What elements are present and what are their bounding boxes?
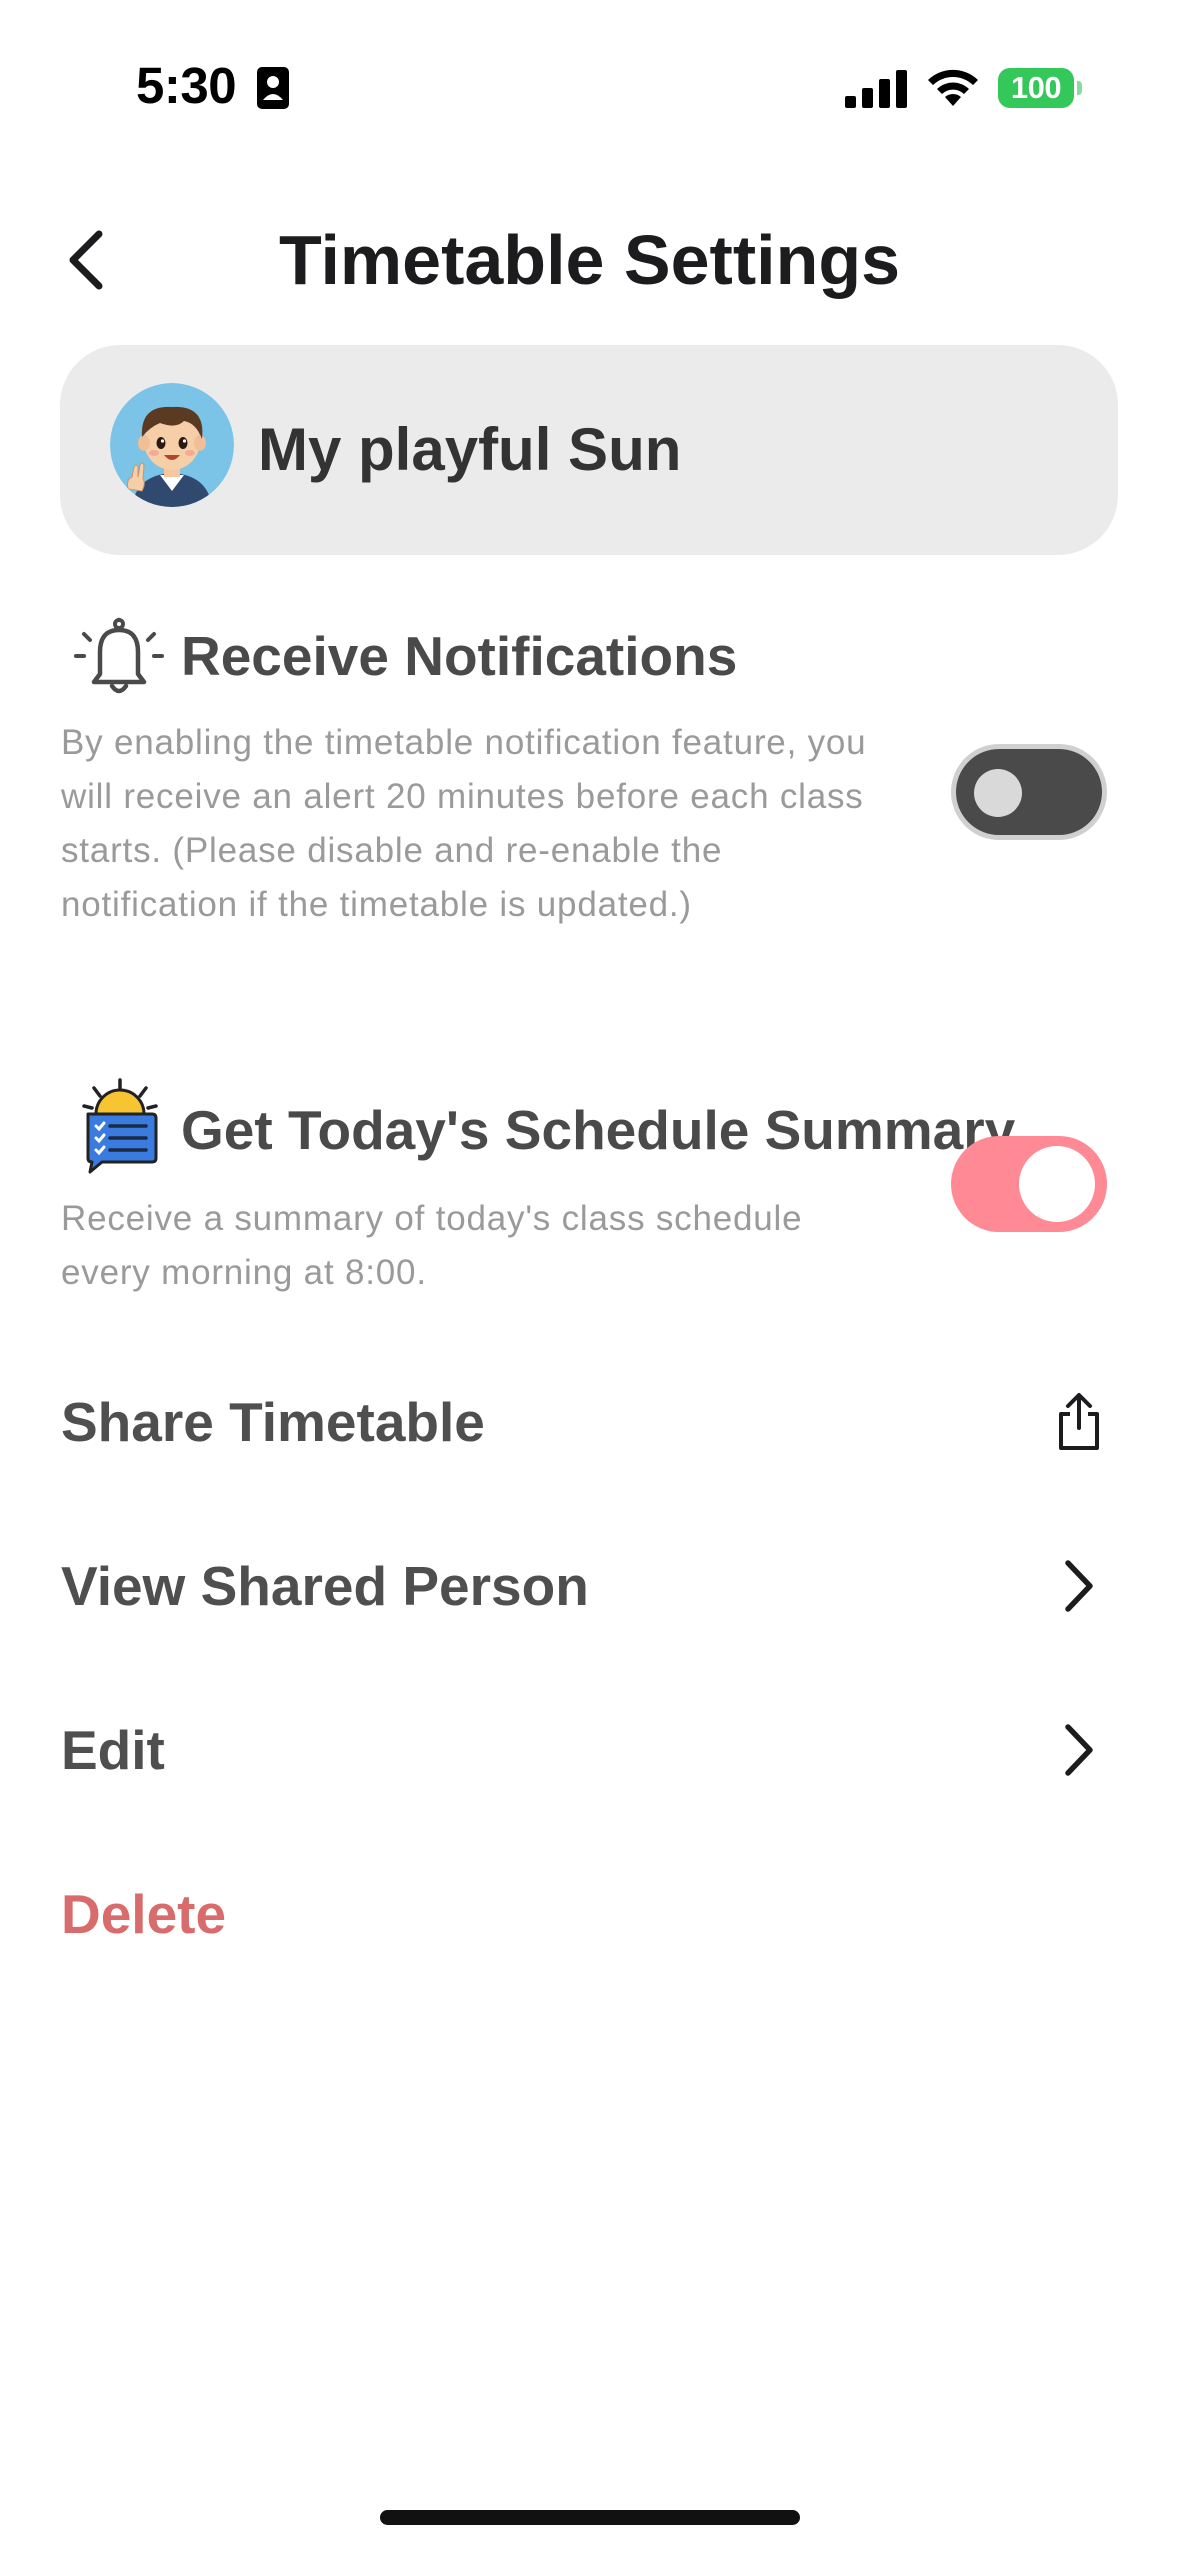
delete-label: Delete xyxy=(61,1883,227,1945)
edit-chevron xyxy=(1049,1720,1109,1780)
chevron-right-icon xyxy=(1065,1724,1093,1776)
edit-row[interactable]: Edit xyxy=(0,1690,1179,1810)
avatar xyxy=(110,383,234,507)
chevron-left-icon xyxy=(69,230,103,290)
view-shared-person-label: View Shared Person xyxy=(61,1555,589,1617)
view-shared-person-row[interactable]: View Shared Person xyxy=(0,1526,1179,1646)
toggle-knob xyxy=(974,769,1022,817)
back-button[interactable] xyxy=(50,215,120,305)
cartoon-boy-avatar-icon xyxy=(110,383,234,507)
sun-checklist-icon xyxy=(82,1078,158,1174)
summary-title: Get Today's Schedule Summary xyxy=(181,1099,1016,1161)
status-bar: 5:30 100 xyxy=(0,0,1179,160)
share-icon xyxy=(1059,1393,1099,1450)
contact-card-icon xyxy=(257,67,289,109)
share-button[interactable] xyxy=(1049,1392,1109,1452)
summary-description: Receive a summary of today's class sched… xyxy=(61,1199,803,1292)
cellular-signal-icon xyxy=(845,70,907,108)
chevron-right-icon xyxy=(1065,1560,1093,1612)
profile-card[interactable]: My playful Sun xyxy=(60,345,1118,555)
home-indicator[interactable] xyxy=(380,2510,800,2525)
summary-toggle[interactable] xyxy=(951,1136,1107,1232)
view-shared-person-chevron xyxy=(1049,1556,1109,1616)
share-timetable-label: Share Timetable xyxy=(61,1391,485,1453)
notifications-title: Receive Notifications xyxy=(181,625,738,687)
status-time: 5:30 xyxy=(136,57,237,114)
page-title: Timetable Settings xyxy=(278,221,901,299)
toggle-knob xyxy=(1019,1146,1095,1222)
delete-row[interactable]: Delete xyxy=(0,1854,1179,1974)
notifications-description: By enabling the timetable notification f… xyxy=(61,723,867,924)
wifi-icon xyxy=(928,69,978,106)
notifications-toggle[interactable] xyxy=(951,744,1107,840)
battery-nub xyxy=(1077,81,1082,95)
battery-level: 100 xyxy=(1010,70,1062,105)
edit-label: Edit xyxy=(61,1719,165,1781)
bell-icon xyxy=(74,617,164,694)
share-timetable-row[interactable]: Share Timetable xyxy=(0,1362,1179,1482)
profile-name: My playful Sun xyxy=(258,416,682,483)
battery-icon: 100 xyxy=(998,68,1074,108)
